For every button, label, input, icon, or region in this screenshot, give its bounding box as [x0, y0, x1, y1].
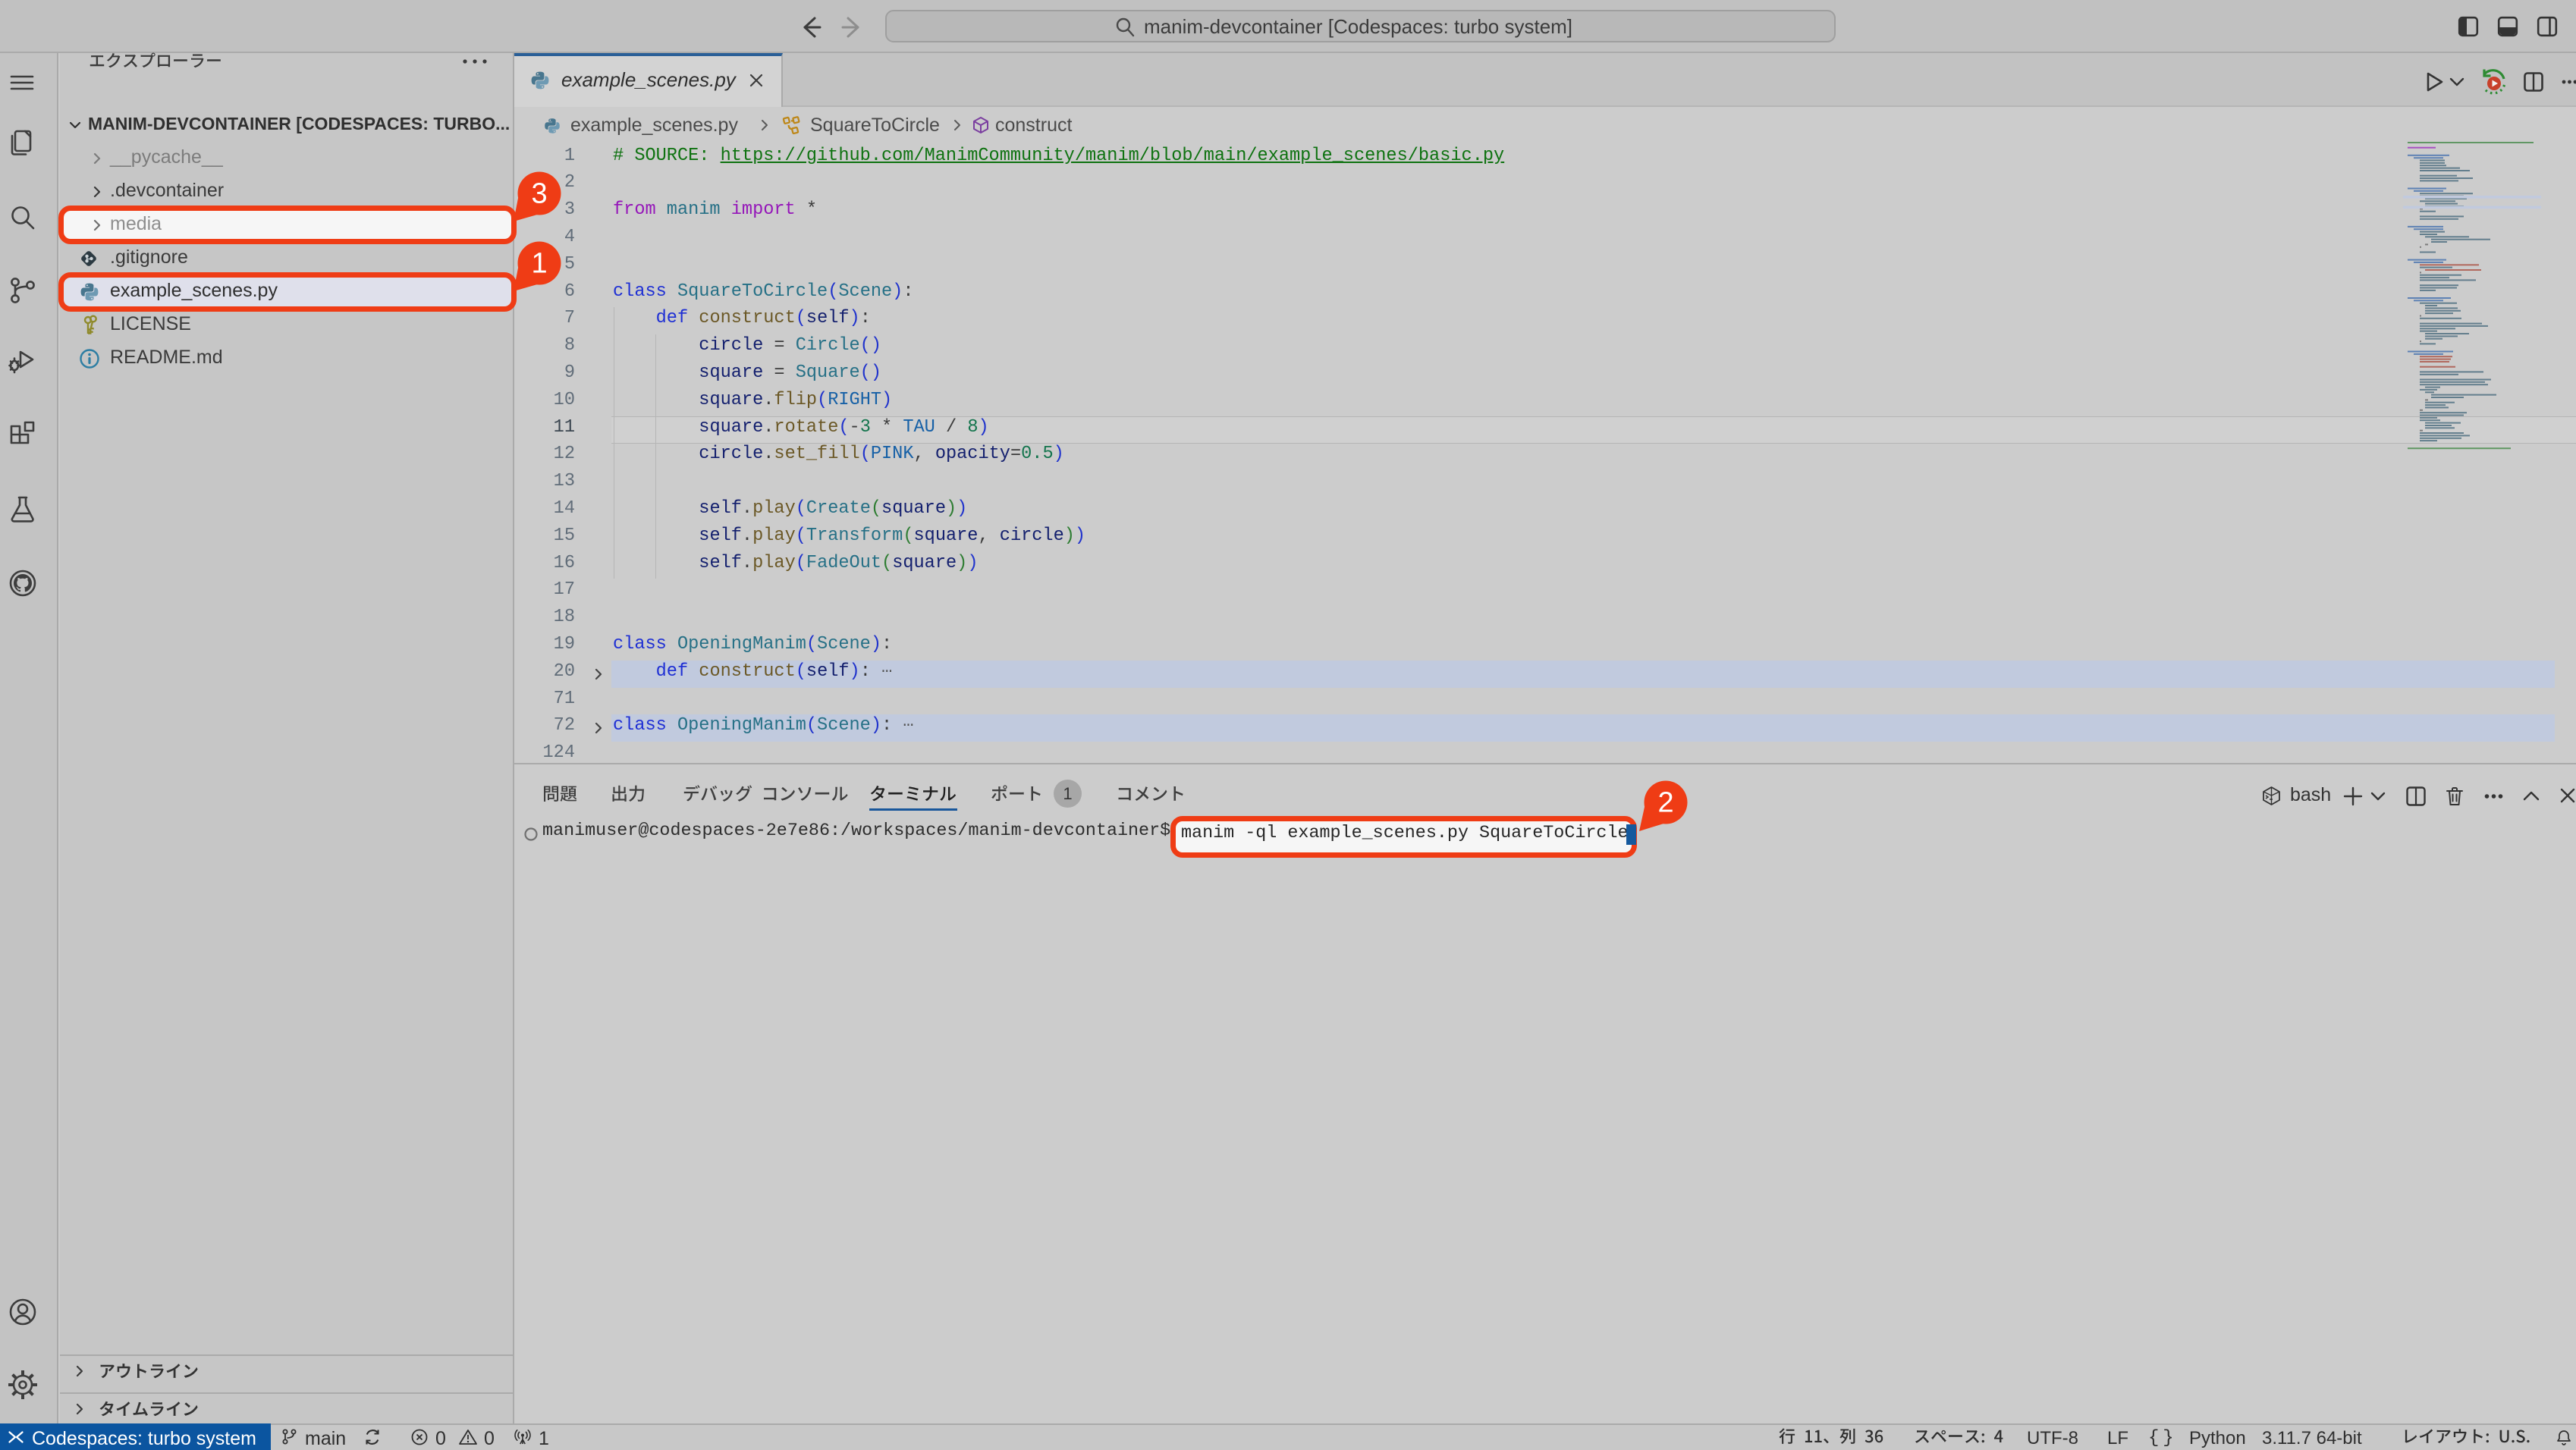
svg-text:2: 2: [1657, 786, 1673, 818]
svg-text:3: 3: [531, 177, 547, 209]
svg-text:1: 1: [531, 247, 547, 279]
